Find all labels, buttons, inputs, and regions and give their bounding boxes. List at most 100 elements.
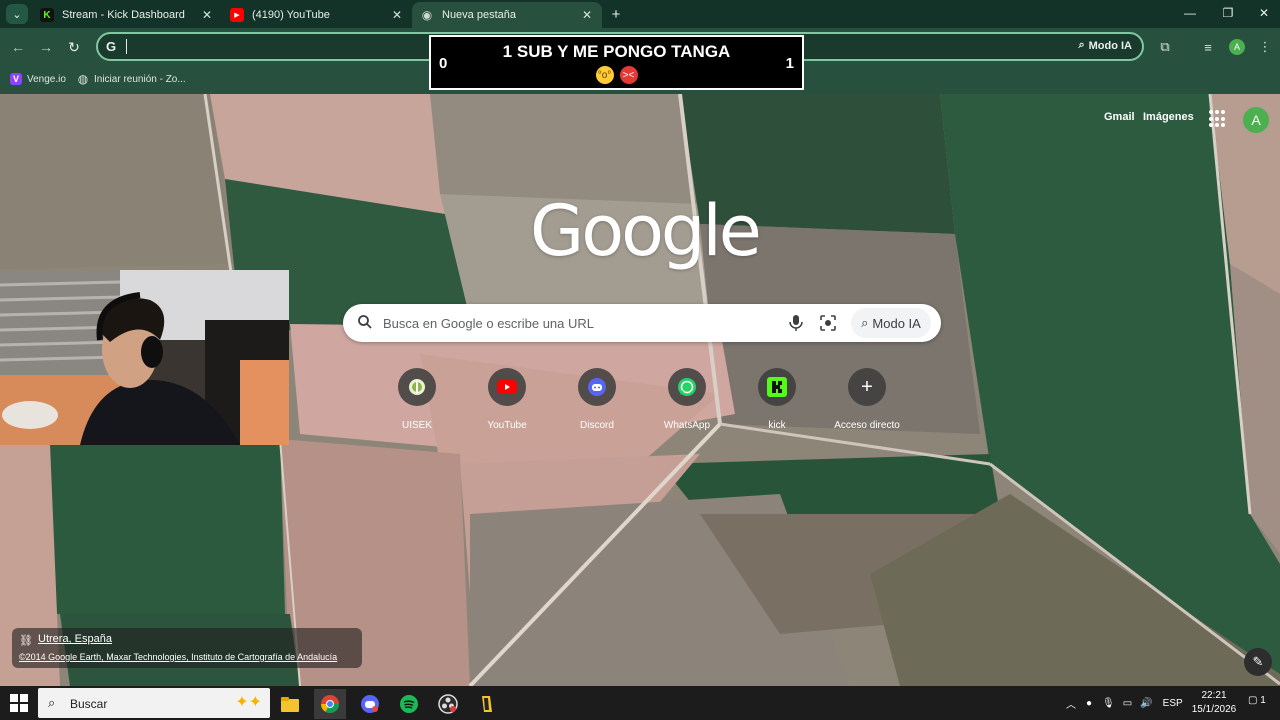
shortcut-discord[interactable]: Discord — [552, 368, 642, 431]
volume-icon[interactable]: 🔊 — [1140, 698, 1152, 709]
profile-avatar-small[interactable]: A — [1229, 39, 1245, 55]
forward-button[interactable]: → — [35, 36, 57, 58]
language-indicator[interactable]: ESP — [1163, 698, 1183, 709]
surprised-face-icon: °o° — [595, 66, 614, 84]
puzzle-icon: ⧉ — [1160, 39, 1170, 54]
shortcut-add[interactable]: + Acceso directo — [822, 368, 912, 431]
text-cursor — [126, 39, 127, 54]
minimize-button[interactable]: — — [1172, 0, 1208, 26]
shortcut-uisek[interactable]: UISEK — [372, 368, 462, 431]
tab-title: (4190) YouTube — [252, 9, 330, 21]
clock-time: 22:21 — [1201, 690, 1227, 701]
close-icon: ✕ — [1258, 6, 1270, 20]
windows-start-icon[interactable] — [10, 694, 28, 712]
profile-initial: A — [1251, 112, 1261, 128]
sparkle-search-icon: ⌕ — [1078, 39, 1085, 51]
taskbar-search-box[interactable]: ⌕ Buscar ✦✦ — [38, 688, 270, 718]
profile-avatar[interactable]: A — [1243, 107, 1269, 133]
notification-icon: ▢ — [1248, 695, 1258, 706]
kick-icon — [767, 377, 787, 397]
spotify-icon — [400, 695, 418, 713]
reload-button[interactable]: ↻ — [63, 36, 85, 58]
shortcut-icon-wrap — [488, 368, 526, 406]
restore-button[interactable]: ❐ — [1210, 0, 1246, 26]
background-credit: ⛓ Utrera, España ©2014 Google Earth, Max… — [12, 628, 362, 668]
search-box: ⌕ Modo IA — [343, 304, 941, 342]
discord-icon — [588, 378, 606, 396]
taskbar-chrome[interactable] — [314, 689, 346, 719]
youtube-icon — [497, 380, 517, 394]
new-tab-button[interactable]: + — [606, 4, 626, 24]
overlay-headline: 1 SUB Y ME PONGO TANGA — [502, 42, 731, 61]
back-button[interactable]: ← — [7, 36, 29, 58]
shortcut-whatsapp[interactable]: WhatsApp — [642, 368, 732, 431]
shortcut-label: kick — [768, 420, 786, 431]
close-icon[interactable]: ✕ — [390, 8, 404, 22]
taskbar-app-generic[interactable] — [471, 689, 503, 719]
shortcut-label: Discord — [580, 420, 614, 431]
tab-kick-dashboard[interactable]: K Stream - Kick Dashboard ✕ — [32, 2, 222, 28]
tab-new-tab[interactable]: ◉ Nueva pestaña ✕ — [412, 2, 602, 28]
google-apps-icon[interactable] — [1209, 110, 1227, 128]
gmail-link[interactable]: Gmail — [1104, 111, 1135, 123]
images-link[interactable]: Imágenes — [1143, 111, 1194, 123]
tray-app-icon[interactable]: ● — [1086, 698, 1092, 709]
taskbar-spotify[interactable] — [393, 689, 425, 719]
new-tab-page: Gmail Imágenes A Google ⌕ Modo IA — [0, 94, 1280, 686]
shortcut-icon-wrap — [398, 368, 436, 406]
taskbar-discord[interactable] — [354, 689, 386, 719]
microphone-icon[interactable] — [787, 313, 805, 333]
tab-youtube[interactable]: ▶ (4190) YouTube ✕ — [222, 2, 412, 28]
reload-icon: ↻ — [68, 38, 80, 55]
shortcut-kick[interactable]: kick — [732, 368, 822, 431]
modo-ia-label: Modo IA — [872, 315, 921, 331]
shortcut-label: YouTube — [487, 420, 527, 431]
google-logo: Google — [530, 190, 762, 272]
shortcut-icon-wrap — [668, 368, 706, 406]
media-control-button[interactable]: ≡ — [1198, 37, 1218, 57]
taskbar-file-explorer[interactable] — [274, 689, 306, 719]
modo-ia-label: Modo IA — [1088, 39, 1132, 52]
background-location-link[interactable]: Utrera, España — [38, 633, 112, 645]
bookmark-venge[interactable]: V Venge.io — [10, 73, 66, 85]
tab-search-button[interactable]: ⌄ — [6, 4, 28, 24]
shortcut-youtube[interactable]: YouTube — [462, 368, 552, 431]
kick-icon: K — [40, 8, 54, 22]
omnibox-modo-ia-button[interactable]: ⌕ Modo IA — [1078, 39, 1132, 52]
uisek-icon — [409, 379, 425, 395]
link-icon: ⛓ — [19, 635, 33, 647]
close-icon[interactable]: ✕ — [580, 8, 594, 22]
restore-icon: ❐ — [1222, 6, 1234, 20]
bookmark-zoom[interactable]: ◍ Iniciar reunión - Zo... — [77, 72, 186, 86]
modo-ia-button[interactable]: ⌕ Modo IA — [851, 308, 931, 338]
clock-date: 15/1/2026 — [1191, 704, 1237, 715]
taskbar-obs[interactable] — [432, 689, 464, 719]
close-icon[interactable]: ✕ — [200, 8, 214, 22]
overlay-emojis: °o° >< — [431, 66, 802, 84]
search-icon — [358, 315, 372, 329]
bookmark-label: Iniciar reunión - Zo... — [94, 73, 186, 85]
plus-icon: + — [861, 376, 873, 398]
network-icon[interactable]: ▭ — [1123, 698, 1132, 709]
close-window-button[interactable]: ✕ — [1246, 0, 1280, 26]
taskbar-clock[interactable]: 22:21 15/1/2026 — [1190, 689, 1238, 717]
background-copyright-link[interactable]: ©2014 Google Earth, Maxar Technologies, … — [19, 652, 337, 662]
extensions-button[interactable]: ⧉ — [1155, 37, 1175, 57]
notification-count: 1 — [1260, 695, 1266, 706]
chevron-up-icon[interactable]: ︿ — [1066, 696, 1076, 711]
plus-icon: + — [611, 5, 621, 23]
folder-icon — [281, 697, 299, 712]
sparkle-icon: ✦✦ — [235, 694, 262, 711]
menu-button[interactable]: ⋮ — [1255, 37, 1275, 57]
google-lens-icon[interactable] — [819, 314, 837, 332]
customize-chrome-button[interactable]: ✎ — [1244, 648, 1272, 676]
taskbar-search-label: Buscar — [70, 697, 108, 711]
obs-icon — [438, 694, 458, 714]
microphone-icon[interactable]: 🎙 — [1102, 698, 1115, 709]
webcam-feed-image — [0, 270, 289, 445]
notifications-button[interactable]: ▢ 1 — [1248, 695, 1272, 711]
search-input[interactable] — [383, 313, 783, 333]
shortcut-label: Acceso directo — [834, 420, 900, 431]
windows-taskbar: ⌕ Buscar ✦✦ ︿ ● 🎙 ▭ 🔊 ESP 22:21 15/1/202… — [0, 686, 1280, 720]
venge-icon: V — [10, 73, 22, 85]
